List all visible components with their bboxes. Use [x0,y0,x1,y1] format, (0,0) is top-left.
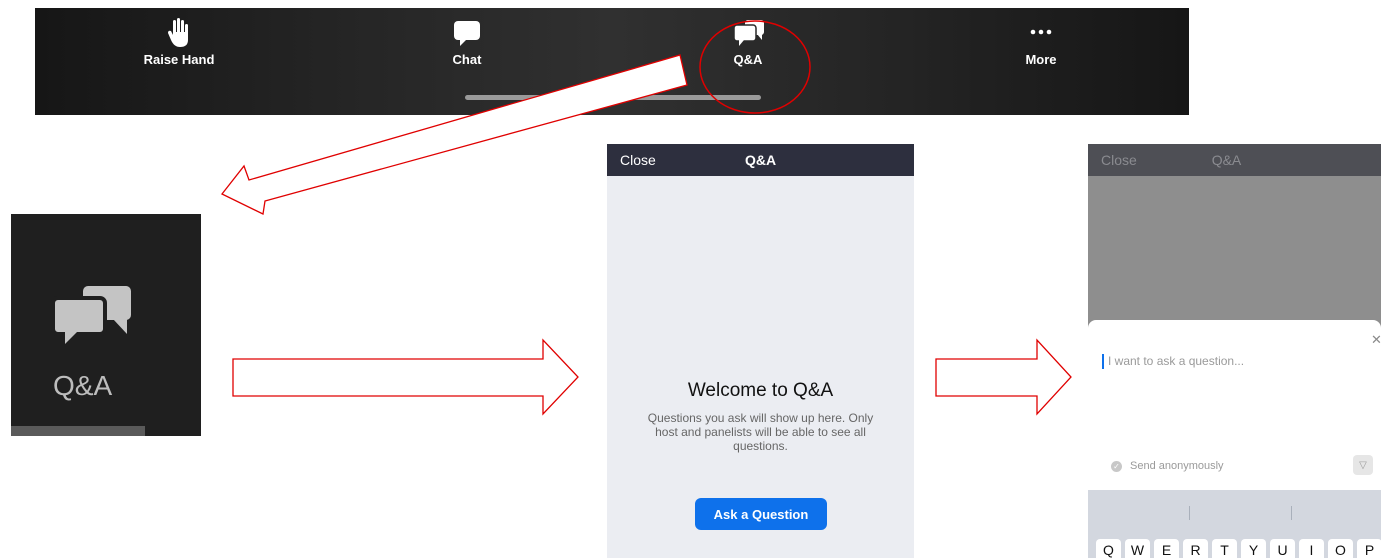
highlight-circle [699,20,811,114]
diagonal-arrow [220,54,688,215]
annotation-overlay [220,20,1072,416]
right-arrow-1 [232,338,579,416]
right-arrow-2 [935,338,1072,416]
